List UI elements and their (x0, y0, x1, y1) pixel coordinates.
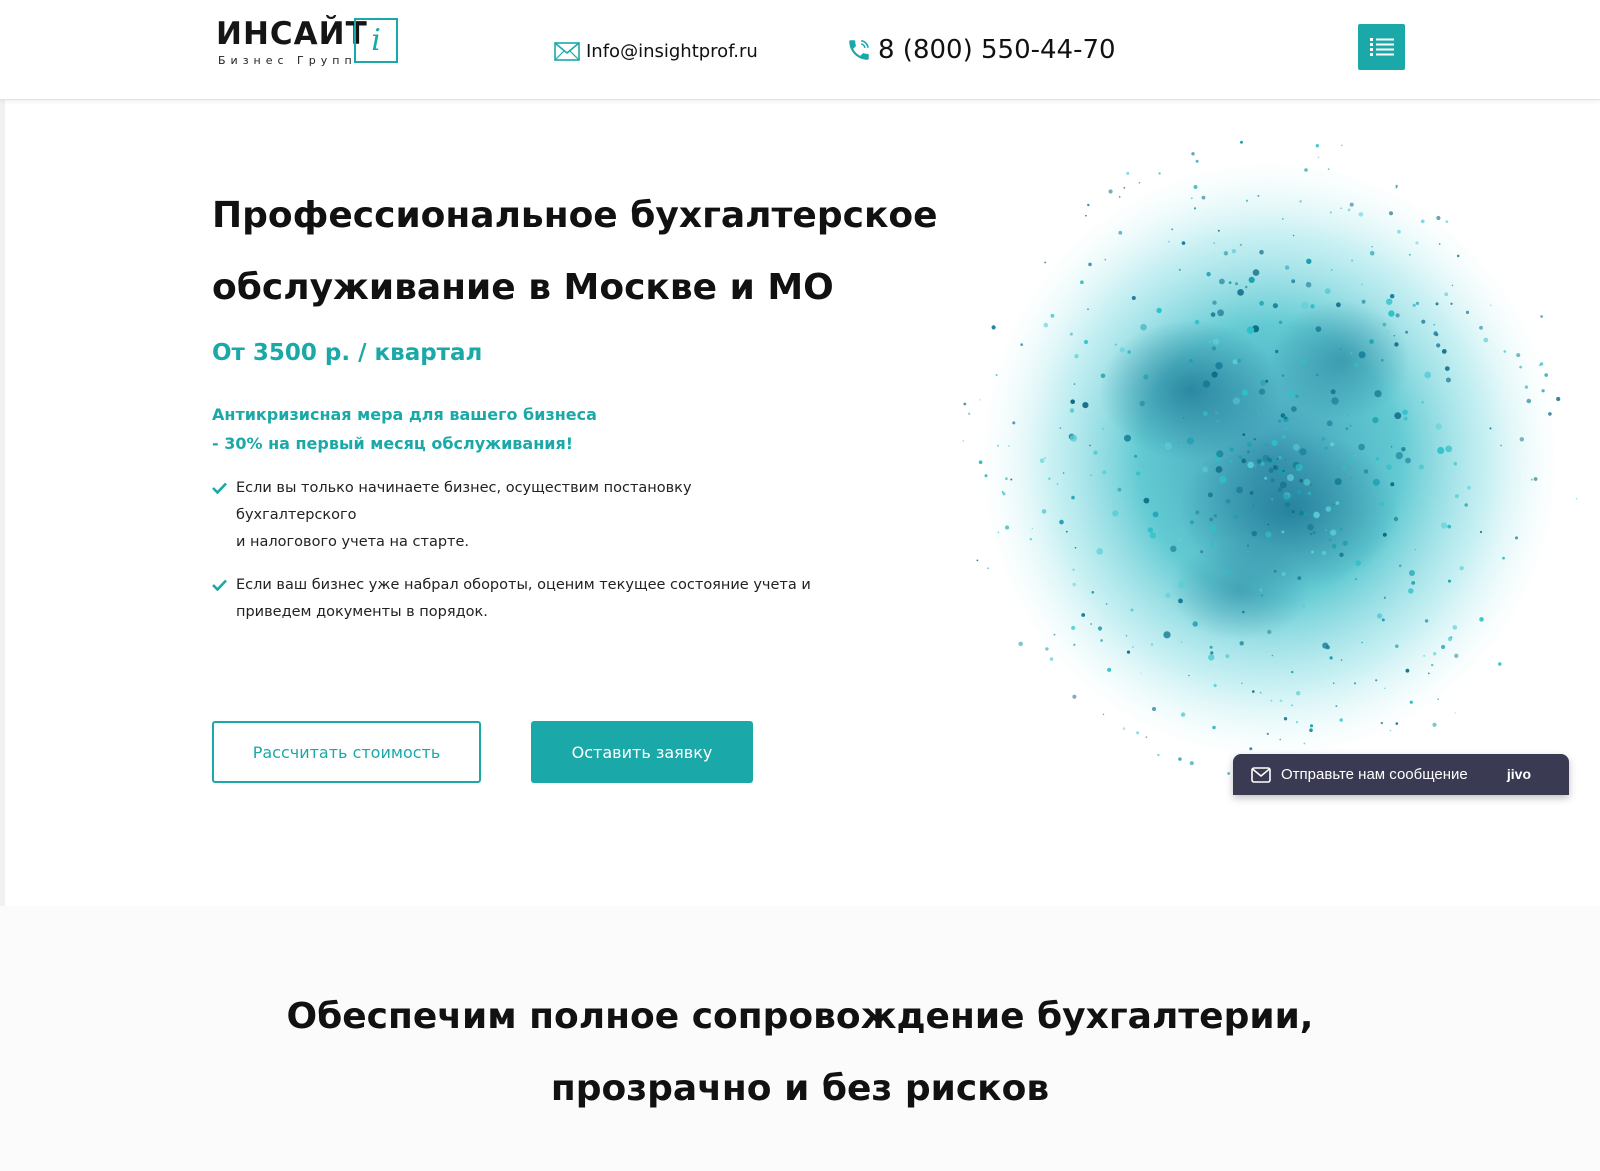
chat-widget[interactable]: Отправьте нам сообщение jivo (1233, 754, 1569, 795)
section-title: Обеспечим полное сопровождение бухгалтер… (0, 981, 1600, 1125)
services-section: Обеспечим полное сопровождение бухгалтер… (0, 906, 1600, 1171)
check-icon (212, 579, 227, 591)
mail-icon (554, 41, 580, 61)
hero-title-line2: обслуживание в Москве и МО (212, 267, 834, 308)
list-item-line2: и налогового учета на старте. (236, 534, 470, 550)
email-link[interactable]: Info@insightprof.ru (586, 41, 758, 62)
chat-widget-label: Отправьте нам сообщение (1281, 766, 1468, 783)
hero-title-line1: Профессиональное бухгалтерское (212, 195, 938, 236)
logo-info-box: i (354, 18, 398, 63)
list-item-line1: Если вы только начинаете бизнес, осущест… (236, 480, 692, 523)
hero-promo-line2: - 30% на первый месяц обслуживания! (212, 434, 574, 453)
chat-envelope-icon (1251, 766, 1271, 783)
paint-splash-image (962, 140, 1578, 775)
phone-number[interactable]: 8 (800) 550-44-70 (878, 35, 1116, 65)
hero-price: От 3500 р. / квартал (212, 340, 483, 366)
section-title-line2: прозрачно и без рисков (550, 1068, 1050, 1109)
list-item: Если вы только начинаете бизнес, осущест… (212, 475, 812, 556)
section-title-line1: Обеспечим полное сопровождение бухгалтер… (286, 996, 1314, 1037)
chat-widget-brand: jivo (1506, 766, 1531, 782)
logo[interactable]: ИНСАЙТ Бизнес Групп i (216, 16, 401, 70)
list-item-line1: Если ваш бизнес уже набрал обороты, оцен… (236, 577, 811, 593)
check-icon (212, 482, 227, 494)
logo-letter: i (371, 23, 381, 58)
hero-promo: Антикризисная мера для вашего бизнеса - … (212, 400, 597, 458)
hero-promo-line1: Антикризисная мера для вашего бизнеса (212, 405, 597, 424)
calculate-cost-button[interactable]: Рассчитать стоимость (212, 721, 481, 783)
site-header: ИНСАЙТ Бизнес Групп i Info@insightprof.r… (0, 0, 1600, 100)
menu-button[interactable] (1358, 24, 1405, 70)
hero-title: Профессиональное бухгалтерское обслужива… (212, 180, 972, 324)
list-item-line2: приведем документы в порядок. (236, 604, 488, 620)
hero-benefits-list: Если вы только начинаете бизнес, осущест… (212, 475, 812, 642)
submit-request-button[interactable]: Оставить заявку (531, 721, 753, 783)
logo-wordmark: ИНСАЙТ (216, 16, 368, 52)
list-item: Если ваш бизнес уже набрал обороты, оцен… (212, 572, 812, 626)
logo-subtitle: Бизнес Групп (218, 54, 357, 67)
header-phone[interactable]: 8 (800) 550-44-70 (846, 32, 1116, 68)
menu-list-icon (1369, 38, 1394, 56)
phone-icon (849, 40, 869, 60)
header-email[interactable]: Info@insightprof.ru (554, 36, 758, 66)
